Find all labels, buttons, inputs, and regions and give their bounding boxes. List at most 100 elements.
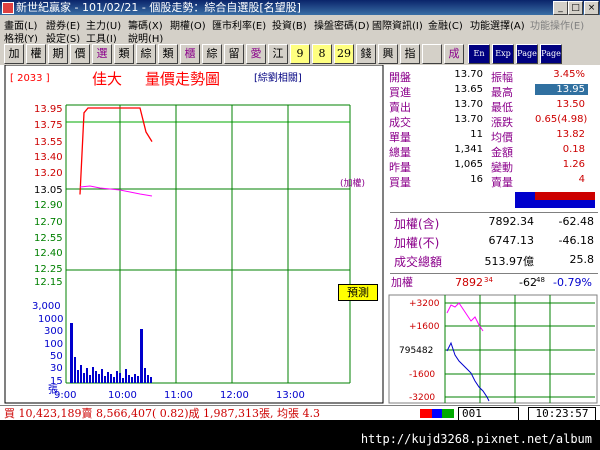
quote-value: 13.70 [454,114,483,125]
quote-value: 3.45% [553,69,585,80]
quote-value: 13.70 [454,99,483,110]
toolbar-button-page-down[interactable]: Page [540,44,562,64]
toolbar-button-composite[interactable]: 綜 [136,44,156,64]
mini-pct: -0.79% [553,276,592,289]
volume-tick-label: 50 [50,351,63,362]
toolbar-button-price[interactable]: 價 [70,44,90,64]
mini-tick-2: +1600 [409,322,440,332]
price-tick-label: 12.70 [34,217,63,228]
toolbar-button-favorite[interactable]: 愛 [246,44,266,64]
menu-options[interactable]: 期權(O) [170,17,206,32]
quote-panel: 開盤 13.70 振幅 3.45% 買進 13.65 最高 13.95 賣出 13.70 最低 13.… [385,65,600,405]
volume-tick-label: 100 [44,339,63,350]
toolbar-button-keep[interactable]: 留 [224,44,244,64]
index-incl-value: 7892.34 [488,215,535,228]
quote-value: 13.65 [454,84,483,95]
mini-tick-5: -3200 [409,393,435,403]
toolbar-button-composite-2[interactable]: 綜 [202,44,222,64]
quote-label: 金額 [491,146,513,159]
volume-tick-label: 300 [44,326,63,337]
quote-label: 昨量 [389,161,411,174]
app-icon [2,2,14,14]
toolbar-button-category[interactable]: 類 [114,44,134,64]
toolbar-button-select[interactable]: 選 [92,44,112,64]
menu-invest[interactable]: 投資(B) [272,17,307,32]
mini-label: 加權 [391,276,413,289]
menu-finance[interactable]: 金融(C) [428,17,463,32]
status-color-indicator [420,409,454,418]
mini-change: -62 [519,276,537,289]
toolbar-button-river[interactable]: 江 [268,44,288,64]
toolbar: 加 權 期 價 選 類 綜 類 櫃 綜 留 愛 江 9 8 29 錢 興 指 成… [0,43,600,65]
toolbar-button-9[interactable]: 9 [290,44,310,64]
clock: 10:23:57 [528,407,596,421]
quote-value: 1,065 [454,159,483,170]
close-icon[interactable]: × [584,1,599,15]
code-input[interactable]: 001 [458,407,519,421]
index-excl-change: -46.18 [558,234,594,247]
forecast-badge[interactable]: 預測 [338,284,378,301]
menu-function-select[interactable]: 功能選擇(A) [470,17,525,32]
mini-tick-4: -1600 [409,370,435,380]
watermark-footer: http://kujd3268.pixnet.net/album [0,420,600,450]
price-tick-label: 13.75 [34,120,63,131]
menu-forex[interactable]: 匯市利率(E) [212,17,266,32]
time-tick-label: 10:00 [108,390,137,401]
toolbar-button-exp[interactable]: Exp [492,44,514,64]
quote-value: 11 [470,129,483,140]
total-turnover-change: 25.8 [569,253,595,266]
menu-function-op[interactable]: 功能操作(E) [530,17,584,32]
mini-value: 7892 [455,276,483,289]
quote-label: 買進 [389,86,411,99]
time-tick-label: 12:00 [220,390,249,401]
mini-change-decimals: 48 [536,276,545,284]
menu-trading-code[interactable]: 操盤密碼(D) [314,17,370,32]
quote-label: 最高 [491,86,513,99]
toolbar-button-otc[interactable]: 櫃 [180,44,200,64]
menu-bar: 畫面(L) 證券(E) 主力(U) 籌碼(X) 期權(O) 匯市利率(E) 投資… [0,15,600,45]
total-turnover-label: 成交總額 [394,255,443,269]
toolbar-button-8[interactable]: 8 [312,44,332,64]
bid-ask-bar [515,192,595,208]
toolbar-button-blank[interactable] [422,44,442,64]
quote-value: 13.82 [556,129,585,140]
toolbar-button-deal[interactable]: 成 [444,44,464,64]
quote-value: 1,341 [454,144,483,155]
quote-label: 開盤 [389,71,411,84]
toolbar-button-en[interactable]: En [468,44,490,64]
toolbar-button-weight[interactable]: 權 [26,44,46,64]
price-tick-label: 12.90 [34,200,63,211]
price-tick-label: 12.40 [34,248,63,259]
toolbar-button-page-up[interactable]: Page [516,44,538,64]
quote-label: 漲跌 [491,116,513,129]
quote-label: 賣出 [389,101,411,114]
toolbar-button-category-2[interactable]: 類 [158,44,178,64]
status-bar: 買 10,423,189賣 8,566,407( 0.82)成 1,987,31… [0,405,600,421]
quote-label: 變動 [491,161,513,174]
price-tick-label: 13.40 [34,152,63,163]
mini-tick-1: +3200 [409,299,440,309]
price-tick-label: 12.25 [34,264,63,275]
quote-label: 最低 [491,101,513,114]
minimize-icon[interactable]: _ [553,1,568,15]
toolbar-button-rise[interactable]: 興 [378,44,398,64]
index-excl-value: 6747.13 [488,234,535,247]
maximize-icon[interactable]: □ [568,1,583,15]
volume-tick-label: 1000 [38,314,63,325]
toolbar-button-index[interactable]: 加 [4,44,24,64]
quote-value: 16 [470,174,483,185]
quote-label: 總量 [389,146,411,159]
toolbar-button-index-2[interactable]: 指 [400,44,420,64]
toolbar-button-futures[interactable]: 期 [48,44,68,64]
menu-intl-info[interactable]: 國際資訊(I) [372,17,423,32]
quote-value: 1.26 [562,159,585,170]
window-title: 新世紀贏家 - 101/02/21 - 個股走勢：綜合自選股[名望股] [16,1,301,14]
price-tick-label: 13.95 [34,104,63,115]
toolbar-button-money[interactable]: 錢 [356,44,376,64]
toolbar-button-29[interactable]: 29 [334,44,354,64]
quote-label: 均價 [491,131,513,144]
price-tick-label: 12.55 [34,233,63,244]
index-side-note: (加權) [340,177,365,189]
related-link[interactable]: [綜劉相關] [254,71,302,84]
chart-canvas: 13.95 13.75 13.55 13.40 13.20 13.05 12.90 12.70… [4,65,384,404]
